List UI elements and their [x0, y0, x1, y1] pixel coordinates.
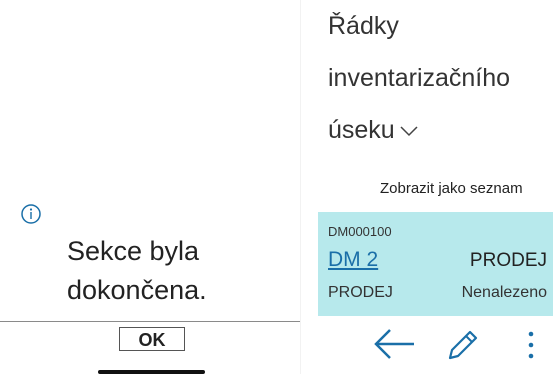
- record-code-link[interactable]: DM 2: [328, 248, 378, 272]
- divider: [300, 0, 301, 374]
- message-dialog: Sekce byla dokončena. OK: [0, 0, 300, 374]
- action-bar: [318, 318, 553, 374]
- page-title-line-text: úseku: [328, 116, 395, 144]
- record-type: PRODEJ: [469, 250, 547, 271]
- back-arrow-icon[interactable]: [372, 326, 418, 362]
- record-status: Nenalezeno: [461, 284, 547, 301]
- dialog-card: Sekce byla dokončena. OK: [0, 196, 300, 374]
- edit-pencil-icon[interactable]: [444, 326, 482, 364]
- record-type-secondary: PRODEJ: [328, 284, 393, 301]
- home-indicator: [98, 370, 205, 374]
- page-title-line: úseku: [328, 104, 553, 156]
- document-number: DM000100: [328, 224, 392, 239]
- chevron-down-icon[interactable]: [399, 125, 419, 137]
- show-as-list-button[interactable]: Zobrazit jako seznam: [380, 180, 523, 197]
- more-vertical-icon[interactable]: [524, 326, 538, 364]
- page-title-line: inventarizačního: [328, 64, 511, 92]
- page-title-line: Řádky: [328, 12, 399, 40]
- dialog-divider: [0, 321, 300, 322]
- dialog-message: Sekce byla dokončena.: [67, 236, 207, 305]
- list-item[interactable]: DM000100 DM 2 PRODEJ PRODEJ Nenalezeno: [318, 212, 553, 316]
- page-title[interactable]: Řádky inventarizačního úseku: [328, 0, 553, 156]
- info-icon: [21, 204, 41, 224]
- list-page: Řádky inventarizačního úseku Zobrazit ja…: [318, 0, 553, 374]
- ok-button[interactable]: OK: [119, 327, 185, 351]
